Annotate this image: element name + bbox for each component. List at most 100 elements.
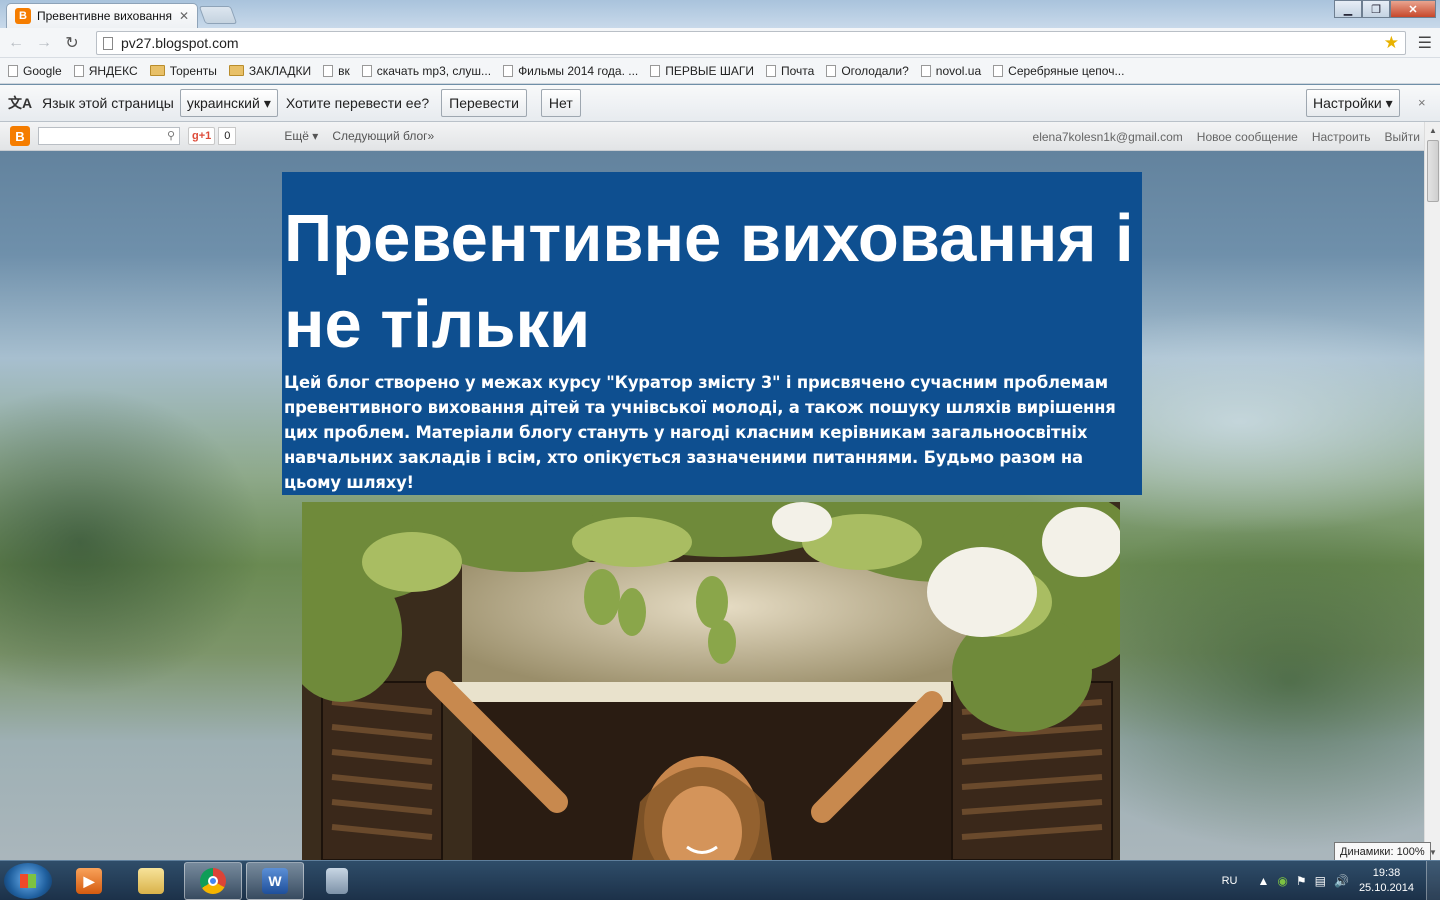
bookmark-item[interactable]: novol.ua [920, 64, 981, 78]
bookmark-label: Торенты [169, 63, 217, 78]
volume-tooltip: Динамики: 100% [1334, 842, 1431, 862]
volume-icon[interactable]: 🔊 [1334, 874, 1349, 888]
translate-settings-label: Настройки [1313, 95, 1382, 111]
page-icon [993, 64, 1004, 77]
translate-question: Хотите перевести ее? [285, 95, 430, 111]
grapevine-window-photo [302, 502, 1120, 860]
taskbar-chrome[interactable] [184, 862, 242, 900]
blog-header: Превентивне виховання і не тільки Цей бл… [282, 172, 1142, 495]
reload-button[interactable]: ↻ [60, 31, 84, 55]
translate-language-prompt: Язык этой страницы [42, 95, 174, 111]
folder-icon [228, 65, 244, 76]
no-translate-button[interactable]: Нет [540, 89, 581, 117]
chevron-down-icon: ▾ [263, 94, 271, 111]
page-icon [8, 64, 18, 77]
page-icon [826, 64, 837, 77]
show-desktop-button[interactable] [1426, 861, 1440, 900]
vertical-scrollbar[interactable]: ▲ ▼ [1424, 122, 1440, 860]
sign-out-link[interactable]: Выйти [1384, 130, 1420, 144]
translate-icon: 文A [8, 95, 33, 111]
language-select[interactable]: украинский ▾ [179, 89, 278, 117]
bookmark-item[interactable]: ПЕРВЫЕ ШАГИ [650, 64, 754, 78]
maximize-button[interactable]: ❐ [1362, 0, 1390, 18]
blogger-logo-icon[interactable]: B [10, 126, 30, 146]
bookmark-item[interactable]: ЯНДЕКС [73, 64, 138, 78]
address-bar[interactable]: pv27.blogspot.com ★ [96, 31, 1406, 55]
bookmark-label: ПЕРВЫЕ ШАГИ [665, 63, 754, 78]
user-email[interactable]: elena7kolesn1k@gmail.com [1033, 130, 1183, 144]
language-indicator[interactable]: RU [1222, 875, 1238, 887]
window-controls: ▁ ❐ ✕ [1334, 0, 1436, 18]
bookmark-label: Фильмы 2014 года. ... [518, 63, 639, 78]
bookmark-item[interactable]: Фильмы 2014 года. ... [503, 64, 638, 78]
bookmark-item[interactable]: Google [8, 64, 62, 78]
bookmark-item[interactable]: вк [323, 64, 350, 78]
gplus-count: 0 [218, 127, 237, 145]
more-menu-label: Ещё [284, 129, 309, 143]
translate-settings-button[interactable]: Настройки ▾ [1306, 89, 1400, 117]
scroll-up-icon[interactable]: ▲ [1425, 122, 1440, 138]
page-icon [323, 64, 334, 77]
scrollbar-thumb[interactable] [1427, 140, 1439, 202]
customize-link[interactable]: Настроить [1312, 130, 1371, 144]
taskbar-calculator[interactable] [308, 862, 366, 900]
window-titlebar: B Превентивне виховання і ✕ ▁ ❐ ✕ [0, 0, 1440, 28]
bookmark-label: Оголодали? [841, 63, 909, 78]
page-icon [650, 64, 661, 77]
taskbar-word[interactable]: W [246, 862, 304, 900]
show-hidden-icons-icon[interactable]: ▲ [1258, 874, 1270, 888]
bookmark-item[interactable]: ЗАКЛАДКИ [228, 63, 312, 78]
page-icon [73, 64, 84, 77]
bookmark-label: ЗАКЛАДКИ [248, 63, 312, 78]
blogger-navbar: B ⚲ g+1 0 Ещё ▾ Следующий блог» elena7ko… [0, 122, 1424, 151]
new-post-link[interactable]: Новое сообщение [1197, 130, 1298, 144]
search-icon[interactable]: ⚲ [167, 129, 175, 142]
start-button[interactable] [4, 863, 52, 899]
gplus-button[interactable]: g+1 [188, 127, 216, 145]
forward-button[interactable]: → [32, 31, 56, 55]
browser-tab[interactable]: B Превентивне виховання і ✕ [6, 3, 198, 28]
clock[interactable]: 19:38 25.10.2014 [1359, 866, 1414, 896]
bookmark-star-icon[interactable]: ★ [1384, 33, 1399, 53]
chevron-down-icon: ▾ [1385, 94, 1393, 111]
translate-infobar: 文A Язык этой страницы украинский ▾ Хотит… [0, 85, 1440, 122]
close-window-button[interactable]: ✕ [1390, 0, 1436, 18]
bookmark-item[interactable]: Оголодали? [826, 63, 909, 78]
network-icon[interactable]: ▤ [1315, 874, 1326, 888]
page-icon [765, 64, 776, 77]
tray-icons: ▲ ◉ ⚑ ▤ 🔊 [1258, 874, 1349, 888]
browser-toolbar: ← → ↻ pv27.blogspot.com ★ ☰ [0, 28, 1440, 58]
chrome-center-icon [208, 876, 218, 886]
page-icon [920, 64, 931, 77]
bookmark-label: вк [338, 63, 350, 78]
minimize-button[interactable]: ▁ [1334, 0, 1362, 18]
taskbar-media-player[interactable]: ▶ [60, 862, 118, 900]
word-icon: W [262, 868, 288, 894]
page-icon [361, 64, 372, 77]
blog-description: Цей блог створено у межах курсу "Куратор… [284, 373, 1116, 492]
bookmark-item[interactable]: скачать mp3, слуш... [361, 64, 491, 78]
blog-title[interactable]: Превентивне виховання і не тільки [284, 196, 1140, 368]
page-viewport: B ⚲ g+1 0 Ещё ▾ Следующий блог» elena7ko… [0, 122, 1424, 860]
translate-button[interactable]: Перевести [441, 89, 527, 117]
new-tab-button[interactable] [198, 6, 238, 24]
folder-icon [149, 65, 165, 76]
action-center-flag-icon[interactable]: ⚑ [1296, 874, 1307, 888]
more-menu[interactable]: Ещё ▾ [284, 129, 318, 143]
bookmark-item[interactable]: Серебряные цепоч... [993, 64, 1124, 78]
windows-logo-icon [20, 874, 36, 888]
next-blog-link[interactable]: Следующий блог» [332, 129, 434, 143]
chrome-menu-icon[interactable]: ☰ [1418, 33, 1432, 53]
bookmark-item[interactable]: Торенты [149, 63, 217, 78]
blog-search-input[interactable]: ⚲ [38, 127, 180, 145]
page-icon [503, 64, 514, 77]
bookmarks-bar: Google ЯНДЕКС Торенты ЗАКЛАДКИ вк скачать mp3… [0, 58, 1440, 84]
translate-close-icon[interactable]: × [1418, 95, 1426, 110]
folder-icon [138, 868, 164, 894]
bookmark-item[interactable]: Почта [765, 64, 814, 78]
taskbar-explorer[interactable] [122, 862, 180, 900]
tab-close-icon[interactable]: ✕ [179, 9, 189, 23]
tray-app-icon[interactable]: ◉ [1277, 874, 1287, 888]
back-button[interactable]: ← [4, 31, 28, 55]
calculator-icon [326, 868, 348, 894]
